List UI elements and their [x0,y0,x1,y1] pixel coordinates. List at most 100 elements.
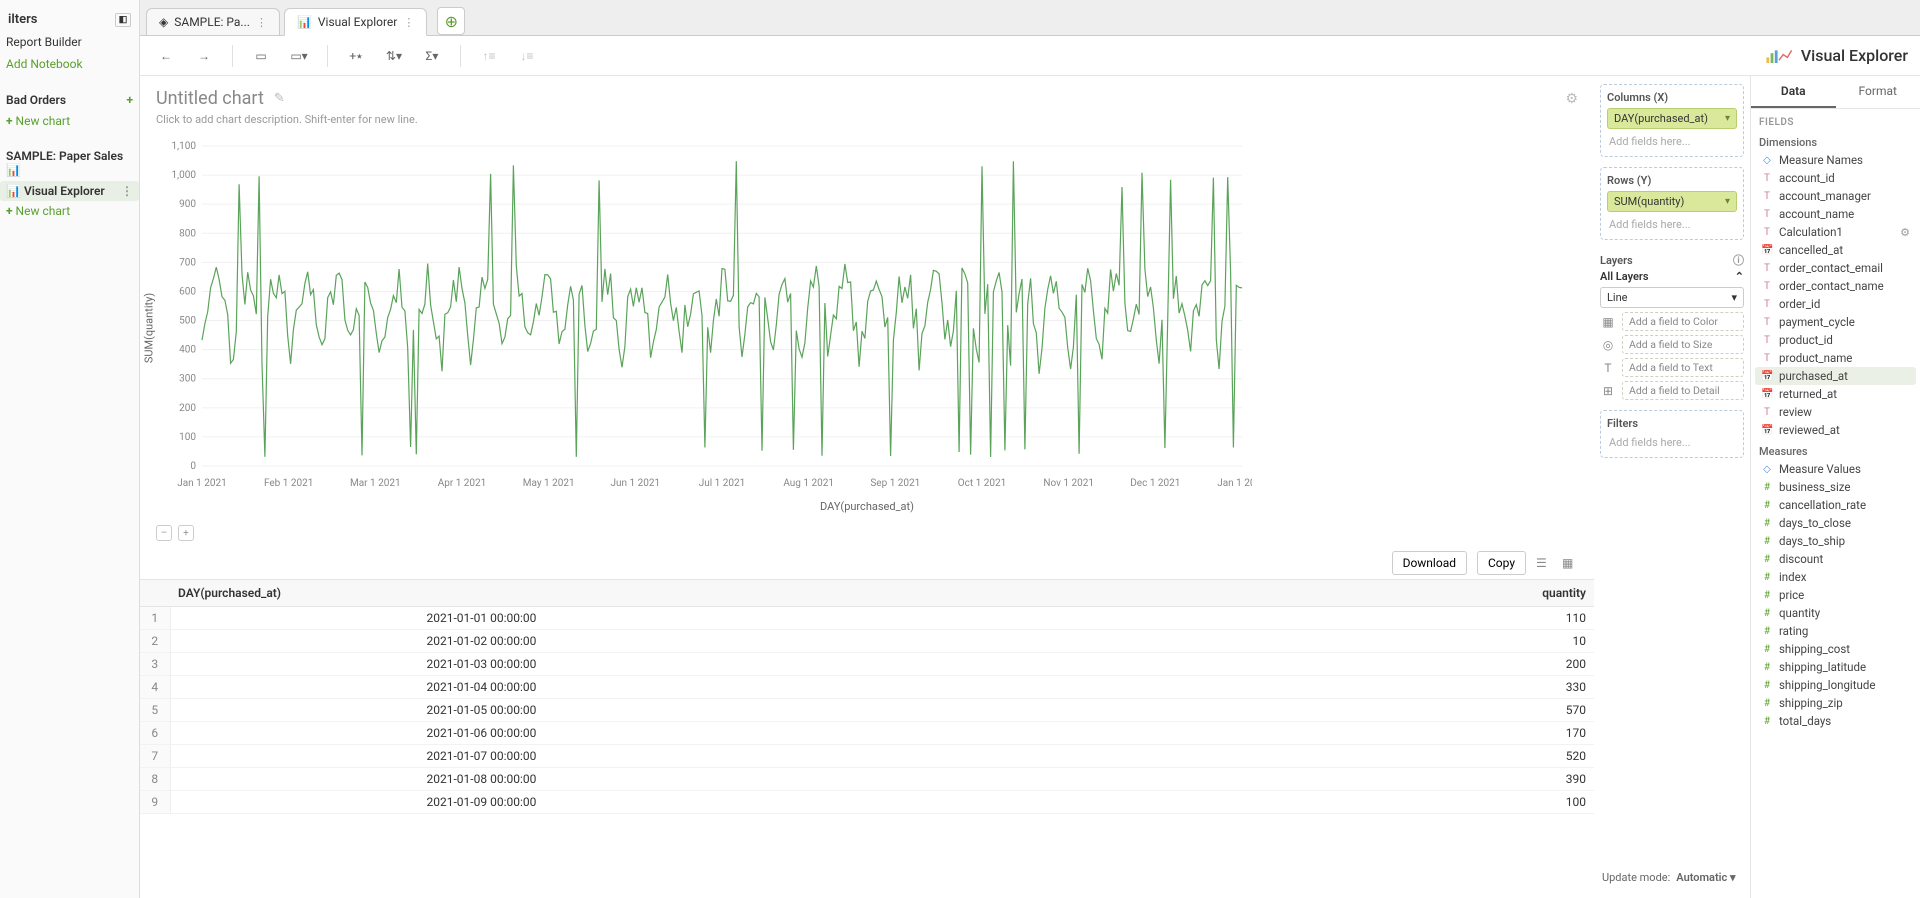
field-price[interactable]: #price [1755,586,1916,604]
chart-title[interactable]: Untitled chart [156,88,264,109]
columns-placeholder[interactable]: Add fields here... [1607,133,1737,150]
expand-button[interactable]: + [178,525,194,541]
table-row[interactable]: 32021-01-03 00:00:00200 [140,653,1594,676]
columns-pill[interactable]: DAY(purchased_at)▾ [1607,108,1737,129]
rows-pill[interactable]: SUM(quantity)▾ [1607,191,1737,212]
all-layers-toggle[interactable]: All Layers⌃ [1600,270,1744,283]
field-review[interactable]: Treview [1755,403,1916,421]
field-product-name[interactable]: Tproduct_name [1755,349,1916,367]
table-row[interactable]: 22021-01-02 00:00:0010 [140,630,1594,653]
tab-menu-icon[interactable]: ⋮ [403,16,414,29]
layout-dropdown[interactable]: ▭▾ [285,42,313,70]
tab-format[interactable]: Format [1836,76,1920,108]
rows-shelf[interactable]: Rows (Y) SUM(quantity)▾ Add fields here.… [1600,167,1744,240]
size-mark-field[interactable]: Add a field to Size [1622,335,1744,354]
card-view-icon[interactable]: ▦ [1562,556,1578,570]
field-calculation1[interactable]: TCalculation1⚙ [1755,223,1916,241]
field-order-contact-email[interactable]: Torder_contact_email [1755,259,1916,277]
field-days-to-close[interactable]: #days_to_close [1755,514,1916,532]
col-header-quantity[interactable]: quantity [1118,580,1594,607]
field-discount[interactable]: #discount [1755,550,1916,568]
field-product-id[interactable]: Tproduct_id [1755,331,1916,349]
field-measure-values[interactable]: ◇Measure Values [1755,460,1916,478]
left-sidebar: ilters ◧ Report Builder Add Notebook Bad… [0,0,140,898]
download-button[interactable]: Download [1392,551,1467,575]
text-mark-field[interactable]: Add a field to Text [1622,358,1744,377]
sort-button[interactable]: ⇅▾ [380,42,408,70]
rows-placeholder[interactable]: Add fields here... [1607,216,1737,233]
field-shipping-zip[interactable]: #shipping_zip [1755,694,1916,712]
chart-settings-icon[interactable]: ⚙ [1565,91,1578,107]
sort-desc-button[interactable]: ↓≡ [513,42,541,70]
section-sample-paper-sales[interactable]: SAMPLE: Paper Sales 📊 [6,149,133,177]
add-dimension-button[interactable]: +٭ [342,42,370,70]
field-account-manager[interactable]: Taccount_manager [1755,187,1916,205]
col-header-date[interactable]: DAY(purchased_at) [170,580,1118,607]
mark-type-select[interactable]: Line▾ [1600,287,1744,308]
copy-button[interactable]: Copy [1477,551,1526,575]
field-account-name[interactable]: Taccount_name [1755,205,1916,223]
field-reviewed-at[interactable]: 📅reviewed_at [1755,421,1916,439]
field-total-days[interactable]: #total_days [1755,712,1916,730]
columns-shelf[interactable]: Columns (X) DAY(purchased_at)▾ Add field… [1600,84,1744,157]
toolbar: ← → ▭ ▭▾ +٭ ⇅▾ Σ▾ ↑≡ ↓≡ Visual Explorer [140,36,1920,76]
field-shipping-cost[interactable]: #shipping_cost [1755,640,1916,658]
table-row[interactable]: 42021-01-04 00:00:00330 [140,676,1594,699]
field-order-id[interactable]: Torder_id [1755,295,1916,313]
field-days-to-ship[interactable]: #days_to_ship [1755,532,1916,550]
layers-info-icon[interactable]: ⓘ [1733,252,1744,268]
field-type-icon: # [1761,536,1773,547]
collapse-button[interactable]: – [156,525,172,541]
field-returned-at[interactable]: 📅returned_at [1755,385,1916,403]
add-notebook-link[interactable]: Add Notebook [0,53,139,75]
forward-button[interactable]: → [190,42,218,70]
tab-visual-explorer[interactable]: 📊 Visual Explorer ⋮ [284,8,427,36]
tab-sample[interactable]: ◈ SAMPLE: Pa... ⋮ [146,8,280,35]
field-purchased-at[interactable]: 📅purchased_at [1755,367,1916,385]
field-shipping-latitude[interactable]: #shipping_latitude [1755,658,1916,676]
field-payment-cycle[interactable]: Tpayment_cycle [1755,313,1916,331]
filters-shelf[interactable]: Filters Add fields here... [1600,410,1744,458]
svg-text:Aug 1 2021: Aug 1 2021 [783,478,834,489]
field-business-size[interactable]: #business_size [1755,478,1916,496]
back-button[interactable]: ← [152,42,180,70]
add-section-icon[interactable]: + [126,93,133,107]
section-bad-orders[interactable]: Bad Orders [6,93,66,107]
field-index[interactable]: #index [1755,568,1916,586]
table-row[interactable]: 52021-01-05 00:00:00570 [140,699,1594,722]
table-row[interactable]: 72021-01-07 00:00:00520 [140,745,1594,768]
field-rating[interactable]: #rating [1755,622,1916,640]
line-chart[interactable]: 01002003004005006007008009001,0001,100Ja… [152,136,1252,496]
table-row[interactable]: 62021-01-06 00:00:00170 [140,722,1594,745]
new-chart-link[interactable]: + New chart [0,111,139,131]
detail-mark-field[interactable]: Add a field to Detail [1622,381,1744,400]
svg-text:Dec 1 2021: Dec 1 2021 [1130,478,1180,489]
sidebar-item-visual-explorer[interactable]: 📊 Visual Explorer ⋮ [0,181,139,201]
table-view-icon[interactable]: ☰ [1536,556,1552,570]
edit-title-icon[interactable]: ✎ [274,91,285,106]
field-cancelled-at[interactable]: 📅cancelled_at [1755,241,1916,259]
sort-asc-button[interactable]: ↑≡ [475,42,503,70]
field-shipping-longitude[interactable]: #shipping_longitude [1755,676,1916,694]
field-cancellation-rate[interactable]: #cancellation_rate [1755,496,1916,514]
tab-menu-icon[interactable]: ⋮ [256,16,267,29]
tab-data[interactable]: Data [1751,76,1836,108]
layout-button[interactable]: ▭ [247,42,275,70]
table-row[interactable]: 12021-01-01 00:00:00110 [140,607,1594,630]
field-measure-names[interactable]: ◇Measure Names [1755,151,1916,169]
report-builder-link[interactable]: Report Builder [0,31,139,53]
calc-gear-icon[interactable]: ⚙ [1900,226,1910,239]
sidebar-collapse-icon[interactable]: ◧ [115,13,131,27]
chart-description[interactable]: Click to add chart description. Shift-en… [156,113,1578,126]
field-order-contact-name[interactable]: Torder_contact_name [1755,277,1916,295]
sigma-button[interactable]: Σ▾ [418,42,446,70]
table-row[interactable]: 92021-01-09 00:00:00100 [140,791,1594,814]
table-row[interactable]: 82021-01-08 00:00:00390 [140,768,1594,791]
new-chart-link-2[interactable]: + New chart [0,201,139,221]
filters-placeholder[interactable]: Add fields here... [1607,434,1737,451]
field-account-id[interactable]: Taccount_id [1755,169,1916,187]
color-mark-field[interactable]: Add a field to Color [1622,312,1744,331]
add-tab-button[interactable]: ⊕ [437,7,465,35]
field-quantity[interactable]: #quantity [1755,604,1916,622]
update-mode-select[interactable]: Automatic ▾ [1676,871,1735,884]
